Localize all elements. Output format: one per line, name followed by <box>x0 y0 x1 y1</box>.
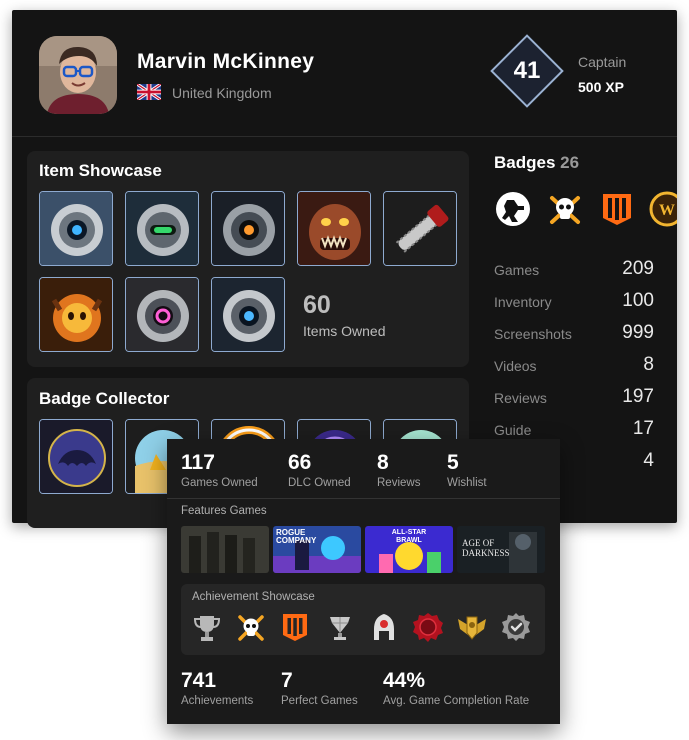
badge-tile-kraken[interactable] <box>39 419 113 494</box>
stat-number: 44% <box>383 669 426 692</box>
stat-videos[interactable]: Videos 8 <box>494 354 654 376</box>
item-tile-chainsaw[interactable] <box>383 191 457 266</box>
game-thumb-all-star-brawl[interactable]: ALL-STAR BRAWL <box>365 526 453 573</box>
game-thumb-rogue-company[interactable]: ROGUE COMPANY <box>273 526 361 573</box>
items-owned-count: 60 <box>303 291 331 319</box>
games-owned-stat[interactable]: 117 Games Owned <box>181 451 258 489</box>
stat-inventory[interactable]: Inventory 100 <box>494 290 654 312</box>
items-owned-label: Items Owned <box>303 323 386 339</box>
game-thumb-age-of-darkness[interactable]: AGE OF DARKNESS <box>457 526 545 573</box>
stat-reviews[interactable]: Reviews 197 <box>494 386 654 408</box>
level-number: 41 <box>513 57 541 84</box>
badges-title: Badges 26 <box>494 153 579 173</box>
badges-count: 26 <box>560 153 580 172</box>
achievement-showcase-title: Achievement Showcase <box>192 591 315 603</box>
black-ops-icon[interactable] <box>598 190 636 228</box>
stat-screenshots[interactable]: Screenshots 999 <box>494 322 654 344</box>
stat-caption: Reviews <box>377 477 421 489</box>
stat-number: 5 <box>447 451 459 474</box>
item-tile-portal-core-green[interactable] <box>125 191 199 266</box>
item-tile-zombie-creature[interactable] <box>297 191 371 266</box>
item-tile-portal-core-blue[interactable] <box>39 191 113 266</box>
stat-number: 8 <box>377 451 389 474</box>
red-orb-icon[interactable] <box>412 611 444 643</box>
diamond-trophy-icon[interactable] <box>324 611 356 643</box>
stat-value: 100 <box>622 290 654 311</box>
stat-label: Videos <box>494 358 537 374</box>
overlay-divider <box>167 498 560 499</box>
stat-number: 66 <box>288 451 312 474</box>
uk-flag-icon <box>136 82 162 102</box>
game-title: ALL-STAR BRAWL <box>391 529 427 544</box>
stat-label: Games <box>494 262 540 278</box>
badges-title-label: Badges <box>494 153 556 172</box>
winged-crest-icon[interactable] <box>456 611 488 643</box>
svg-text:W: W <box>659 202 675 219</box>
achievements-total[interactable]: 741 Achievements <box>181 669 253 707</box>
divider <box>12 136 677 137</box>
stat-number: 741 <box>181 669 217 692</box>
trophy-icon[interactable] <box>191 611 223 643</box>
stat-label: Inventory <box>494 294 552 310</box>
stat-value: 4 <box>643 450 654 471</box>
dlc-owned-stat[interactable]: 66 DLC Owned <box>288 451 351 489</box>
rank-title: Captain <box>578 54 627 70</box>
profile-name: Marvin McKinney <box>137 50 315 73</box>
stat-label: Screenshots <box>494 326 572 342</box>
check-badge-icon[interactable] <box>500 611 532 643</box>
black-ops-icon[interactable] <box>279 611 311 643</box>
perfect-games-total[interactable]: 7 Perfect Games <box>281 669 358 707</box>
badge-collector-title: Badge Collector <box>39 389 170 408</box>
stat-value: 209 <box>622 258 654 279</box>
stat-label: Reviews <box>494 390 547 406</box>
rank-xp: 500 XP <box>578 79 624 95</box>
avatar[interactable] <box>39 36 117 114</box>
stat-caption: Perfect Games <box>281 695 358 707</box>
item-tile-portal-core-pink[interactable] <box>125 277 199 352</box>
stat-label: Guide <box>494 422 532 438</box>
game-title: ROGUE COMPANY <box>276 528 317 545</box>
stat-caption: Avg. Game Completion Rate <box>383 695 530 707</box>
completion-rate-total[interactable]: 44% Avg. Game Completion Rate <box>383 669 529 707</box>
reviews-stat[interactable]: 8 Reviews <box>377 451 420 489</box>
stat-number: 117 <box>181 451 215 474</box>
skull-icon[interactable] <box>235 611 267 643</box>
stat-caption: DLC Owned <box>288 477 351 489</box>
games-overlay-card: 117 Games Owned 66 DLC Owned 8 Reviews 5… <box>167 439 560 724</box>
item-tile-portal-core-blue-2[interactable] <box>211 277 285 352</box>
item-showcase-title: Item Showcase <box>39 161 162 180</box>
soldier-icon[interactable] <box>494 190 532 228</box>
stat-value: 999 <box>622 322 654 343</box>
stat-value: 8 <box>643 354 654 375</box>
game-thumb-soldiers[interactable] <box>181 526 269 573</box>
stat-caption: Games Owned <box>181 477 258 489</box>
stat-number: 7 <box>281 669 293 692</box>
item-tile-portal-core-orange[interactable] <box>211 191 285 266</box>
stat-value: 197 <box>622 386 654 407</box>
profile-country: United Kingdom <box>172 85 272 101</box>
item-tile-fire-creature[interactable] <box>39 277 113 352</box>
stat-caption: Wishlist <box>447 477 487 489</box>
stat-guide[interactable]: Guide 17 <box>494 418 654 440</box>
stat-value: 17 <box>632 418 654 439</box>
game-title: AGE OF DARKNESS <box>462 538 510 558</box>
stat-games[interactable]: Games 209 <box>494 258 654 280</box>
robot-icon[interactable] <box>368 611 400 643</box>
features-games-title: Features Games <box>181 505 267 517</box>
skull-crossbones-icon[interactable] <box>546 190 584 228</box>
stat-caption: Achievements <box>181 695 254 707</box>
warcraft-icon[interactable]: W <box>648 190 677 228</box>
wishlist-stat[interactable]: 5 Wishlist <box>447 451 487 489</box>
